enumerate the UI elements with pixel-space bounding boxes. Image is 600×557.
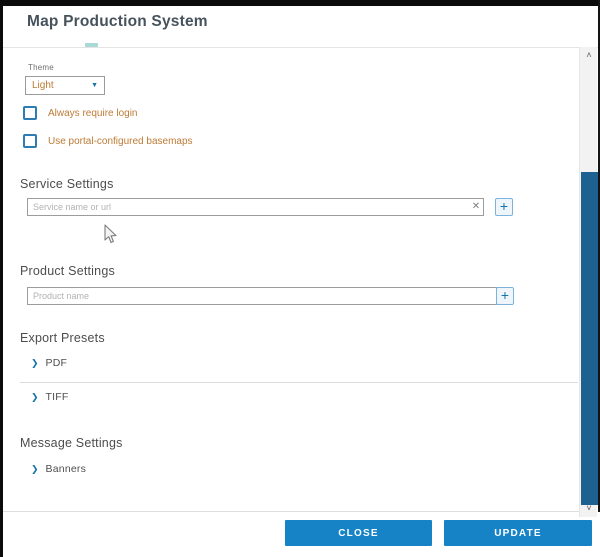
map-production-system-dialog: Map Production System Theme Light ▼ Alwa… (0, 0, 600, 557)
footer-divider (3, 511, 597, 512)
header-divider (3, 47, 598, 48)
product-name-input[interactable] (27, 287, 497, 305)
portal-basemaps-checkbox[interactable] (23, 134, 37, 148)
message-settings-heading: Message Settings (20, 436, 123, 450)
service-name-input[interactable] (27, 198, 484, 216)
scrollbar-up-icon[interactable]: ˄ (580, 49, 598, 62)
add-service-button[interactable]: + (495, 198, 513, 216)
chevron-right-icon: ❯ (31, 359, 39, 368)
close-button[interactable]: CLOSE (285, 520, 432, 546)
add-product-button[interactable]: + (496, 287, 514, 305)
mouse-cursor-icon (103, 224, 117, 245)
caret-down-icon: ▼ (91, 82, 98, 89)
theme-select-value: Light (32, 80, 54, 91)
scrollbar-down-icon[interactable]: ˅ (580, 502, 598, 515)
portal-basemaps-label: Use portal-configured basemaps (48, 136, 193, 147)
pdf-preset-label: PDF (46, 357, 68, 369)
vertical-scrollbar[interactable]: ˄ ˅ (579, 47, 597, 517)
theme-select[interactable]: Light ▼ (25, 76, 105, 95)
product-settings-heading: Product Settings (20, 264, 115, 278)
theme-label: Theme (28, 63, 54, 72)
chevron-right-icon: ❯ (31, 393, 39, 402)
service-settings-heading: Service Settings (20, 177, 114, 191)
tiff-preset-label: TIFF (46, 391, 69, 403)
banners-expander[interactable]: ❯ Banners (31, 463, 86, 475)
always-require-login-label: Always require login (48, 108, 138, 119)
update-button[interactable]: UPDATE (444, 520, 592, 546)
preset-divider (20, 382, 578, 383)
always-require-login-checkbox[interactable] (23, 106, 37, 120)
scrollbar-thumb[interactable] (581, 172, 598, 505)
export-presets-heading: Export Presets (20, 331, 105, 345)
always-require-login-row: Always require login (23, 106, 138, 120)
banners-label: Banners (46, 463, 87, 475)
tiff-preset-expander[interactable]: ❯ TIFF (31, 391, 69, 403)
chevron-right-icon: ❯ (31, 465, 39, 474)
dialog-title: Map Production System (27, 13, 208, 31)
frame-edge-top (0, 0, 600, 6)
clear-icon[interactable]: ✕ (470, 201, 482, 213)
portal-basemaps-row: Use portal-configured basemaps (23, 134, 193, 148)
frame-edge-left (0, 0, 3, 557)
pdf-preset-expander[interactable]: ❯ PDF (31, 357, 67, 369)
